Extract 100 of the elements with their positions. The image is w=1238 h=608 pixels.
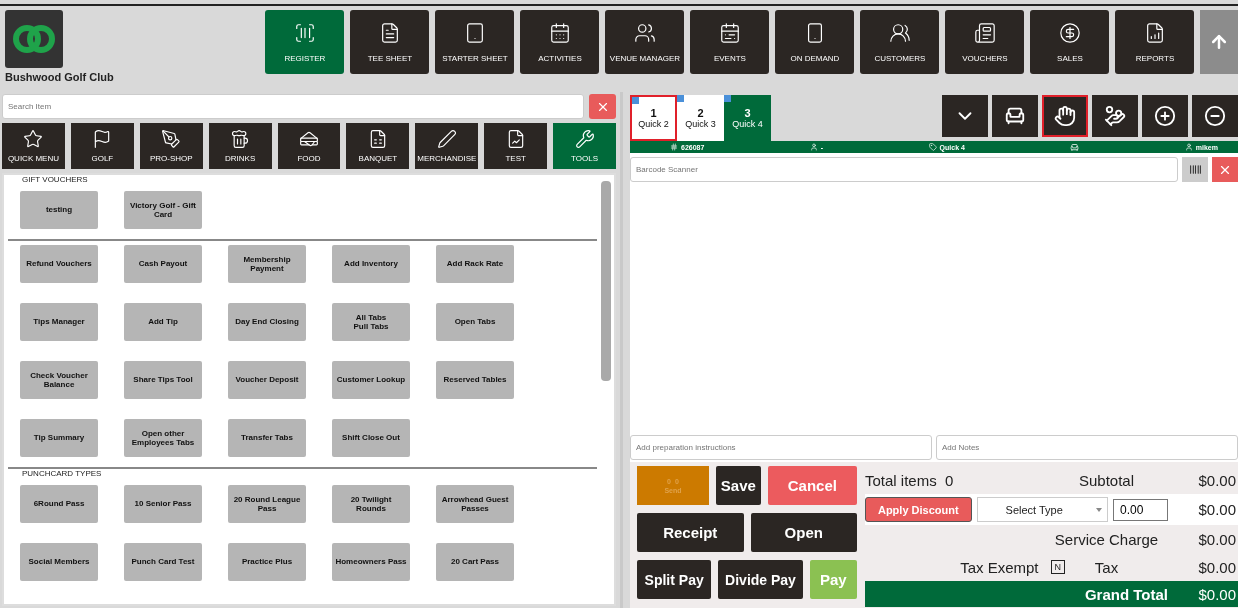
item-button[interactable]: Add Tip (124, 303, 202, 341)
toolbar-button[interactable] (1042, 95, 1088, 137)
preparation-field[interactable]: Add preparation instructions (630, 435, 932, 460)
calendar-icon (718, 21, 741, 44)
item-button[interactable]: Reserved Tables (436, 361, 514, 399)
item-button[interactable]: Shift Close Out (332, 419, 410, 457)
category-button[interactable]: BANQUET (346, 123, 410, 169)
divide-pay-button[interactable]: Divide Pay (718, 560, 803, 599)
item-button[interactable]: 20 Round League Pass (228, 485, 306, 523)
item-button[interactable]: Refund Vouchers (20, 245, 98, 283)
nav-button[interactable]: ON DEMAND (775, 10, 855, 74)
hand-card-icon (1104, 105, 1126, 127)
nav-button[interactable]: REPORTS (1115, 10, 1195, 74)
club-name: Bushwood Golf Club (5, 71, 115, 83)
toolbar-button[interactable] (992, 95, 1038, 137)
item-button[interactable]: Customer Lookup (332, 361, 410, 399)
hand-icon (1054, 105, 1076, 127)
nav-button[interactable]: CUSTOMERS (860, 10, 940, 74)
receipt-button[interactable]: Receipt (637, 513, 744, 552)
item-button[interactable]: Social Members (20, 543, 98, 581)
item-button[interactable]: Practice Plus (228, 543, 306, 581)
item-button[interactable]: testing (20, 191, 98, 229)
nav-button[interactable]: REGISTER (265, 10, 345, 74)
notes-field[interactable]: Add Notes (936, 435, 1238, 460)
category-button[interactable]: GOLF (70, 123, 134, 169)
subtotal-value: $0.00 (1198, 471, 1237, 489)
service-charge-label: Service Charge (1054, 530, 1159, 548)
tax-label: Tax (1094, 558, 1119, 576)
category-button[interactable]: FOOD (277, 123, 341, 169)
item-button[interactable]: 6Round Pass (20, 485, 98, 523)
discount-value: $0.00 (1198, 501, 1237, 518)
barcode-scanner-icon (293, 21, 316, 44)
nav-button[interactable]: SALES (1030, 10, 1110, 74)
toolbar-button[interactable] (1092, 95, 1138, 137)
discount-type-dropdown[interactable]: Select Type (976, 497, 1108, 522)
item-button[interactable]: Check Voucher Balance (20, 361, 98, 399)
split-pay-button[interactable]: Split Pay (637, 560, 712, 599)
item-button[interactable]: Punch Card Test (124, 543, 202, 581)
item-button[interactable]: Tip Summary (20, 419, 98, 457)
scroll-up-button[interactable] (1200, 10, 1238, 74)
nav-button[interactable]: EVENTS (690, 10, 770, 74)
category-button[interactable]: DRINKS (208, 123, 272, 169)
item-button[interactable]: Add Rack Rate (436, 245, 514, 283)
item-button[interactable]: Share Tips Tool (124, 361, 202, 399)
item-button[interactable]: 10 Senior Pass (124, 485, 202, 523)
beer-icon (230, 129, 251, 149)
item-button[interactable]: Voucher Deposit (228, 361, 306, 399)
order-tab[interactable]: 2 Quick 3 (677, 95, 724, 141)
order-tab[interactable]: 1 Quick 2 (630, 95, 677, 141)
nav-button[interactable]: VOUCHERS (945, 10, 1025, 74)
nav-button[interactable]: STARTER SHEET (435, 10, 515, 74)
star-icon (23, 129, 44, 149)
item-button[interactable]: Victory Golf - Gift Card (124, 191, 202, 229)
club-logo (5, 10, 63, 68)
category-button[interactable]: QUICK MENU (2, 123, 65, 169)
save-button[interactable]: Save (716, 466, 761, 505)
item-button[interactable]: Cash Payout (124, 245, 202, 283)
clear-button[interactable] (589, 94, 616, 119)
order-tab[interactable]: 3 Quick 4 (724, 95, 771, 141)
nav-button[interactable]: TEE SHEET (350, 10, 430, 74)
item-button[interactable]: All Tabs Pull Tabs (332, 303, 410, 341)
item-button[interactable]: Open other Employees Tabs (124, 419, 202, 457)
tax-value: $0.00 (1198, 558, 1237, 576)
person-icon (809, 143, 818, 151)
grand-total-label: Grand Total (1084, 585, 1168, 603)
item-button[interactable]: 20 Cart Pass (436, 543, 514, 581)
item-button[interactable]: Arrowhead Guest Passes (436, 485, 514, 523)
search-field[interactable]: Search Item (2, 94, 584, 119)
item-button[interactable]: Add Inventory (332, 245, 410, 283)
item-button[interactable]: Tips Manager (20, 303, 98, 341)
section-title: PUNCHCARD TYPES (22, 469, 103, 478)
hash-icon (670, 143, 678, 151)
item-button[interactable]: Membership Payment (228, 245, 306, 283)
category-button[interactable]: TOOLS (553, 123, 616, 169)
seat-icon (1070, 142, 1080, 152)
plus-icon (1154, 105, 1176, 127)
dollar-icon (1058, 21, 1081, 44)
open-button[interactable]: Open (750, 513, 857, 552)
item-button[interactable]: Transfer Tabs (228, 419, 306, 457)
clear-button[interactable] (1212, 157, 1238, 182)
barcode-field[interactable]: Barcode Scanner (630, 157, 1178, 182)
item-button[interactable]: Homeowners Pass (332, 543, 410, 581)
scrollbar[interactable] (601, 181, 611, 381)
discount-field[interactable]: 0.00 (1113, 498, 1168, 521)
category-button[interactable]: TEST (484, 123, 548, 169)
pen-icon (161, 129, 182, 149)
item-button[interactable]: Day End Closing (228, 303, 306, 341)
grand-total-value: $0.00 (1198, 585, 1237, 603)
section-title: GIFT VOUCHERS (22, 175, 89, 184)
tax-exempt-toggle[interactable]: N (1050, 560, 1065, 574)
category-button[interactable]: PRO-SHOP (139, 123, 203, 169)
category-button[interactable]: MERCHANDISE (415, 123, 479, 169)
calendar-icon (548, 21, 571, 44)
nav-button[interactable]: VENUE MANAGER (605, 10, 685, 74)
barcode-button[interactable] (1182, 157, 1208, 182)
nav-button[interactable]: ACTIVITIES (520, 10, 600, 74)
toolbar-button[interactable] (1142, 95, 1188, 137)
item-button[interactable]: 20 Twilight Rounds (332, 485, 410, 523)
toolbar-button[interactable] (1192, 95, 1238, 137)
item-button[interactable]: Open Tabs (436, 303, 514, 341)
